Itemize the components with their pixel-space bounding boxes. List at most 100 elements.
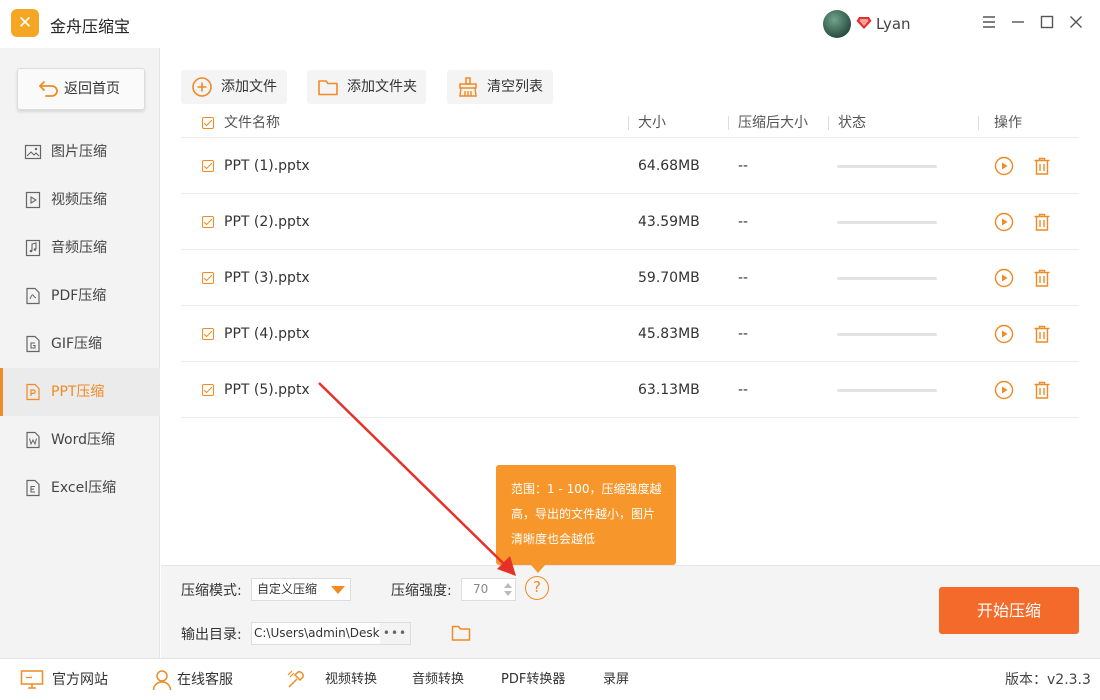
- sidebar-item-pdf[interactable]: PDF压缩: [0, 272, 160, 320]
- sidebar-item-audio[interactable]: 音频压缩: [0, 224, 160, 272]
- back-home-label: 返回首页: [64, 81, 120, 97]
- stepper-up-icon[interactable]: [504, 583, 512, 588]
- file-table: 文件名称 大小 压缩后大小 状态 操作 PPT (1).pptx 64.68MB…: [181, 108, 1079, 418]
- open-folder-icon[interactable]: [451, 624, 471, 642]
- header-actions: 操作: [994, 115, 1022, 131]
- maximize-icon[interactable]: [1037, 12, 1057, 32]
- official-website-link[interactable]: 官方网站: [20, 659, 108, 700]
- status-progress-bar: [837, 333, 937, 336]
- table-row: PPT (5).pptx 63.13MB --: [181, 362, 1079, 418]
- row-checkbox[interactable]: [202, 271, 214, 284]
- play-icon[interactable]: [994, 156, 1014, 176]
- table-row: PPT (1).pptx 64.68MB --: [181, 138, 1079, 194]
- start-compress-button[interactable]: 开始压缩: [939, 587, 1079, 634]
- status-progress-bar: [837, 221, 937, 224]
- row-checkbox[interactable]: [202, 383, 214, 396]
- trash-icon[interactable]: [1032, 324, 1052, 344]
- header-compressed-size: 压缩后大小: [738, 115, 808, 131]
- trash-icon[interactable]: [1032, 212, 1052, 232]
- user-name[interactable]: Lyan: [876, 15, 911, 33]
- row-checkbox[interactable]: [202, 159, 214, 172]
- video-icon: [25, 191, 41, 209]
- back-home-button[interactable]: 返回首页: [17, 68, 145, 110]
- table-header: 文件名称 大小 压缩后大小 状态 操作: [181, 108, 1079, 138]
- add-folder-label: 添加文件夹: [347, 79, 417, 95]
- folder-icon: [318, 80, 338, 96]
- pdf-convert-link[interactable]: PDF转换器: [501, 659, 565, 700]
- browse-dots-button[interactable]: •••: [380, 623, 410, 644]
- footer-label: 官方网站: [52, 672, 108, 688]
- add-file-button[interactable]: 添加文件: [181, 70, 287, 104]
- close-icon[interactable]: [1066, 12, 1086, 32]
- sidebar-item-label: 视频压缩: [51, 192, 107, 208]
- broom-icon: [459, 77, 477, 97]
- audio-icon: [25, 239, 41, 257]
- sidebar-item-ppt[interactable]: PPT压缩: [0, 368, 160, 416]
- sidebar-item-video[interactable]: 视频压缩: [0, 176, 160, 224]
- video-convert-link[interactable]: 视频转换: [325, 659, 377, 700]
- online-support-link[interactable]: 在线客服: [152, 659, 233, 700]
- trash-icon[interactable]: [1032, 380, 1052, 400]
- header-size: 大小: [638, 115, 666, 131]
- ppt-icon: [26, 383, 40, 401]
- audio-convert-link[interactable]: 音频转换: [412, 659, 464, 700]
- tooltip-line: 高，导出的文件越小，图片: [511, 507, 656, 521]
- sidebar-item-gif[interactable]: GIF压缩: [0, 320, 160, 368]
- output-path-field[interactable]: C:\Users\admin\Desktop\金 •••: [251, 622, 411, 645]
- divider: [728, 116, 729, 130]
- mode-value: 自定义压缩: [257, 582, 318, 596]
- compressed-size: --: [738, 214, 749, 230]
- play-icon[interactable]: [994, 268, 1014, 288]
- settings-panel: 压缩模式: 自定义压缩 压缩强度: 70 ? 输出目录: C:\Users\ad…: [161, 565, 1100, 658]
- help-icon[interactable]: ?: [525, 576, 549, 600]
- status-progress-bar: [837, 277, 937, 280]
- sidebar-item-label: PDF压缩: [51, 288, 107, 304]
- compression-strength-stepper[interactable]: 70: [461, 578, 516, 601]
- stepper-down-icon[interactable]: [504, 591, 512, 596]
- tools-icon: [287, 670, 304, 688]
- menu-icon[interactable]: [979, 12, 999, 32]
- header-status: 状态: [838, 115, 866, 131]
- compression-mode-select[interactable]: 自定义压缩: [251, 578, 351, 601]
- sidebar-item-label: PPT压缩: [51, 384, 105, 400]
- trash-icon[interactable]: [1032, 156, 1052, 176]
- add-folder-button[interactable]: 添加文件夹: [307, 70, 426, 104]
- clear-list-label: 清空列表: [487, 79, 543, 95]
- screen-record-link[interactable]: 录屏: [603, 659, 629, 700]
- play-icon[interactable]: [994, 380, 1014, 400]
- status-progress-bar: [837, 389, 937, 392]
- sidebar-item-excel[interactable]: Excel压缩: [0, 464, 160, 512]
- word-icon: [26, 431, 40, 449]
- version-label: 版本：v2.3.3: [1005, 672, 1091, 688]
- output-label: 输出目录:: [181, 627, 242, 643]
- sidebar-item-label: GIF压缩: [51, 336, 103, 352]
- title-bar: ✕ 金舟压缩宝 Lyan: [0, 0, 1100, 48]
- file-name: PPT (4).pptx: [224, 326, 310, 342]
- footer-bar: 官方网站 在线客服 视频转换 音频转换 PDF转换器 录屏 版本：v2.3.3: [0, 658, 1100, 700]
- sidebar-item-image[interactable]: 图片压缩: [0, 128, 160, 176]
- add-circle-icon: [192, 77, 212, 97]
- pdf-icon: [26, 287, 40, 305]
- file-name: PPT (3).pptx: [224, 270, 310, 286]
- row-checkbox[interactable]: [202, 327, 214, 340]
- user-avatar[interactable]: [823, 10, 851, 38]
- gif-icon: [26, 335, 40, 353]
- tooltip-line: 清晰度也会越低: [511, 532, 596, 546]
- file-size: 63.13MB: [638, 382, 700, 398]
- trash-icon[interactable]: [1032, 268, 1052, 288]
- divider: [978, 116, 979, 130]
- sidebar-item-label: 图片压缩: [51, 144, 107, 160]
- header-name: 文件名称: [224, 115, 280, 131]
- play-icon[interactable]: [994, 212, 1014, 232]
- sidebar-item-word[interactable]: Word压缩: [0, 416, 160, 464]
- clear-list-button[interactable]: 清空列表: [447, 70, 553, 104]
- play-icon[interactable]: [994, 324, 1014, 344]
- strength-label: 压缩强度:: [391, 583, 452, 599]
- row-checkbox[interactable]: [202, 215, 214, 228]
- strength-tooltip: 范围：1 - 100，压缩强度越 高，导出的文件越小，图片 清晰度也会越低: [496, 465, 676, 573]
- compressed-size: --: [738, 270, 749, 286]
- minimize-icon[interactable]: [1008, 12, 1028, 32]
- compressed-size: --: [738, 158, 749, 174]
- file-size: 43.59MB: [638, 214, 700, 230]
- select-all-checkbox[interactable]: [202, 116, 214, 129]
